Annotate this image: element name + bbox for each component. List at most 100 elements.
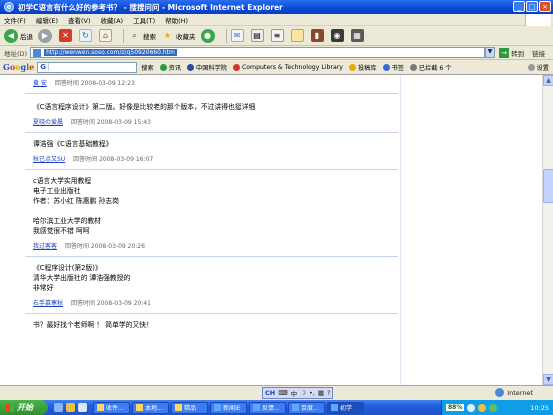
messenger-button[interactable]: ◉ bbox=[330, 29, 346, 42]
google-news-button[interactable]: 资讯 bbox=[159, 63, 181, 72]
vertical-scrollbar[interactable]: ▲ ▼ bbox=[542, 75, 553, 385]
quicklaunch-folder-icon[interactable] bbox=[66, 403, 75, 412]
answer-item: 《C程序设计(第2版)》 清华大学出版社的 谭浩强教授的 非常好 右手慕寒秋 回… bbox=[25, 257, 398, 314]
ime-toolbar[interactable]: CH ⌨ 中 ☽ •, ▦ ? bbox=[262, 387, 334, 399]
battery-indicator[interactable]: 88% bbox=[446, 404, 465, 411]
google-submit-button[interactable]: 投稿库 bbox=[348, 63, 377, 72]
google-cas-button[interactable]: 中国科学院 bbox=[187, 63, 227, 72]
ime-punct-icon[interactable]: •, bbox=[309, 389, 315, 397]
menu-edit[interactable]: 编辑(E) bbox=[36, 15, 58, 25]
edit-button[interactable]: ≡ bbox=[270, 29, 286, 42]
answer-item: 《C语言程序设计》第二版。好像是比较老的那个版本，不过讲得也挺详细 夏晓の爱晨 … bbox=[25, 94, 398, 133]
maximize-button[interactable]: □ bbox=[526, 1, 538, 12]
start-button[interactable]: 开始 bbox=[0, 400, 48, 415]
address-url: http://wenwen.soso.com/z/q50920660.htm bbox=[44, 49, 177, 56]
stop-button[interactable]: ✕ bbox=[59, 29, 74, 42]
menu-favorites[interactable]: 收藏(A) bbox=[101, 15, 124, 25]
address-dropdown-icon[interactable]: ▼ bbox=[485, 47, 496, 58]
research-button[interactable]: ▮ bbox=[310, 29, 326, 42]
ime-moon-icon[interactable]: ☽ bbox=[300, 389, 306, 397]
extra-tool-icon: ▦ bbox=[350, 29, 364, 42]
google-search-input[interactable]: G bbox=[37, 61, 138, 73]
taskbar: 开始 收件... 本地... 精品 新闻IE 反馈... 百度... 初学 88… bbox=[0, 400, 553, 415]
mail-button[interactable]: ✉ bbox=[230, 29, 246, 42]
google-library-button[interactable]: Computers & Technology Library bbox=[232, 63, 343, 71]
answer-user-link[interactable]: 右手慕寒秋 bbox=[33, 300, 63, 307]
address-input[interactable]: http://wenwen.soso.com/z/q50920660.htm bbox=[30, 47, 486, 58]
answer-meta: 我过客客 回答时间 2008-03-09 20:26 bbox=[33, 241, 394, 250]
news-icon bbox=[159, 63, 167, 71]
search-label: 搜索 bbox=[143, 32, 156, 41]
taskbar-button[interactable]: 反馈... bbox=[249, 401, 286, 414]
go-label: 转到 bbox=[511, 49, 525, 58]
taskbar-button[interactable]: 新闻IE bbox=[210, 401, 247, 414]
ime-language[interactable]: CH bbox=[265, 389, 275, 397]
page-icon bbox=[33, 48, 42, 57]
discuss-button[interactable] bbox=[290, 29, 306, 42]
mail-icon: ✉ bbox=[230, 29, 244, 42]
scroll-down-icon[interactable]: ▼ bbox=[543, 374, 553, 385]
tray-network-icon[interactable] bbox=[467, 403, 476, 412]
answer-user-link[interactable]: 黄 安 bbox=[33, 80, 47, 87]
title-bar: e 初学C语言有什么好的参考书？ - 搜搜问问 - Microsoft Inte… bbox=[0, 0, 553, 14]
ime-help-icon[interactable]: ? bbox=[327, 389, 330, 397]
taskbar-button[interactable]: 百度... bbox=[288, 401, 325, 414]
answer-user-link[interactable]: 秋已点又SU bbox=[33, 156, 65, 163]
scroll-up-icon[interactable]: ▲ bbox=[543, 75, 553, 86]
google-search-button[interactable]: 搜索 bbox=[141, 63, 153, 72]
taskbar-button-active[interactable]: 初学 bbox=[327, 401, 364, 414]
answer-user-link[interactable]: 我过客客 bbox=[33, 243, 57, 250]
google-toolbar: Google G 搜索 资讯 中国科学院 Computers & Technol… bbox=[0, 60, 553, 75]
scroll-thumb[interactable] bbox=[543, 169, 553, 203]
refresh-button[interactable]: ↻ bbox=[79, 29, 94, 42]
media-button[interactable]: ● bbox=[200, 28, 217, 43]
zone-label: Internet bbox=[507, 388, 533, 397]
folder-icon bbox=[136, 404, 143, 411]
answer-text: c语言大学实用教程 电子工业出版社 作者：苏小红 陈惠鹏 孙志岗 哈尔滨工业大学… bbox=[33, 177, 119, 235]
extra-button[interactable]: ▦ bbox=[350, 29, 366, 42]
ie-icon bbox=[214, 404, 221, 411]
quicklaunch-desktop-icon[interactable] bbox=[78, 403, 87, 412]
taskbar-button[interactable]: 本地... bbox=[132, 401, 169, 414]
answer-time: 2008-03-09 20:41 bbox=[96, 300, 151, 307]
address-label: 地址(D) bbox=[4, 49, 28, 58]
print-button[interactable]: ▤ bbox=[250, 29, 266, 42]
minimize-button[interactable]: _ bbox=[513, 1, 525, 12]
go-button[interactable]: → 转到 bbox=[499, 47, 525, 58]
toolbar-separator bbox=[225, 28, 227, 43]
google-popup-blocker[interactable]: 已拦截 6 个 bbox=[409, 63, 452, 72]
favorites-button[interactable]: ★ 收藏夹 bbox=[161, 29, 196, 42]
back-button[interactable]: ◀ 后退 bbox=[4, 28, 33, 43]
answer-meta: 秋已点又SU 回答时间 2008-03-09 16:07 bbox=[33, 154, 394, 163]
taskbar-button[interactable]: 收件... bbox=[93, 401, 130, 414]
star-icon: ★ bbox=[163, 31, 172, 40]
answer-item: c语言大学实用教程 电子工业出版社 作者：苏小红 陈惠鹏 孙志岗 哈尔滨工业大学… bbox=[25, 170, 398, 257]
search-button[interactable]: ⌕ 搜索 bbox=[128, 29, 156, 42]
tray-security-icon[interactable] bbox=[478, 403, 487, 412]
tray-antivirus-icon[interactable] bbox=[489, 403, 498, 412]
ime-softkbd-icon[interactable]: ▦ bbox=[318, 389, 324, 397]
taskbar-button[interactable]: 精品 bbox=[171, 401, 208, 414]
close-button[interactable]: × bbox=[539, 1, 551, 12]
ime-mode[interactable]: 中 bbox=[291, 388, 298, 398]
links-button[interactable]: 链接 bbox=[532, 48, 545, 58]
answer-meta: 夏晓の爱晨 回答时间 2008-03-09 15:43 bbox=[33, 117, 394, 126]
quicklaunch-ie-icon[interactable] bbox=[54, 403, 63, 412]
menu-help[interactable]: 帮助(H) bbox=[165, 15, 188, 25]
answer-item: 谭浩强《C语言基础教程》 秋已点又SU 回答时间 2008-03-09 16:0… bbox=[25, 133, 398, 170]
answer-meta: 右手慕寒秋 回答时间 2008-03-09 20:41 bbox=[33, 298, 394, 307]
answer-time: 2008-03-09 20:26 bbox=[90, 243, 145, 250]
home-button[interactable]: ⌂ bbox=[99, 29, 114, 42]
bookmark-icon bbox=[382, 63, 390, 71]
windows-logo-icon bbox=[6, 403, 14, 412]
answer-text: 《C程序设计(第2版)》 清华大学出版社的 谭浩强教授的 非常好 bbox=[33, 264, 131, 292]
ime-keyboard-icon[interactable]: ⌨ bbox=[278, 389, 287, 397]
forward-button[interactable]: ▶ bbox=[38, 28, 54, 43]
menu-tools[interactable]: 工具(T) bbox=[133, 15, 155, 25]
menu-view[interactable]: 查看(V) bbox=[68, 15, 91, 25]
google-bookmarks-button[interactable]: 书签 bbox=[382, 63, 404, 72]
google-settings-button[interactable]: 设置 bbox=[527, 63, 549, 72]
left-margin bbox=[0, 75, 22, 385]
menu-file[interactable]: 文件(F) bbox=[4, 15, 26, 25]
answer-user-link[interactable]: 夏晓の爱晨 bbox=[33, 119, 63, 126]
